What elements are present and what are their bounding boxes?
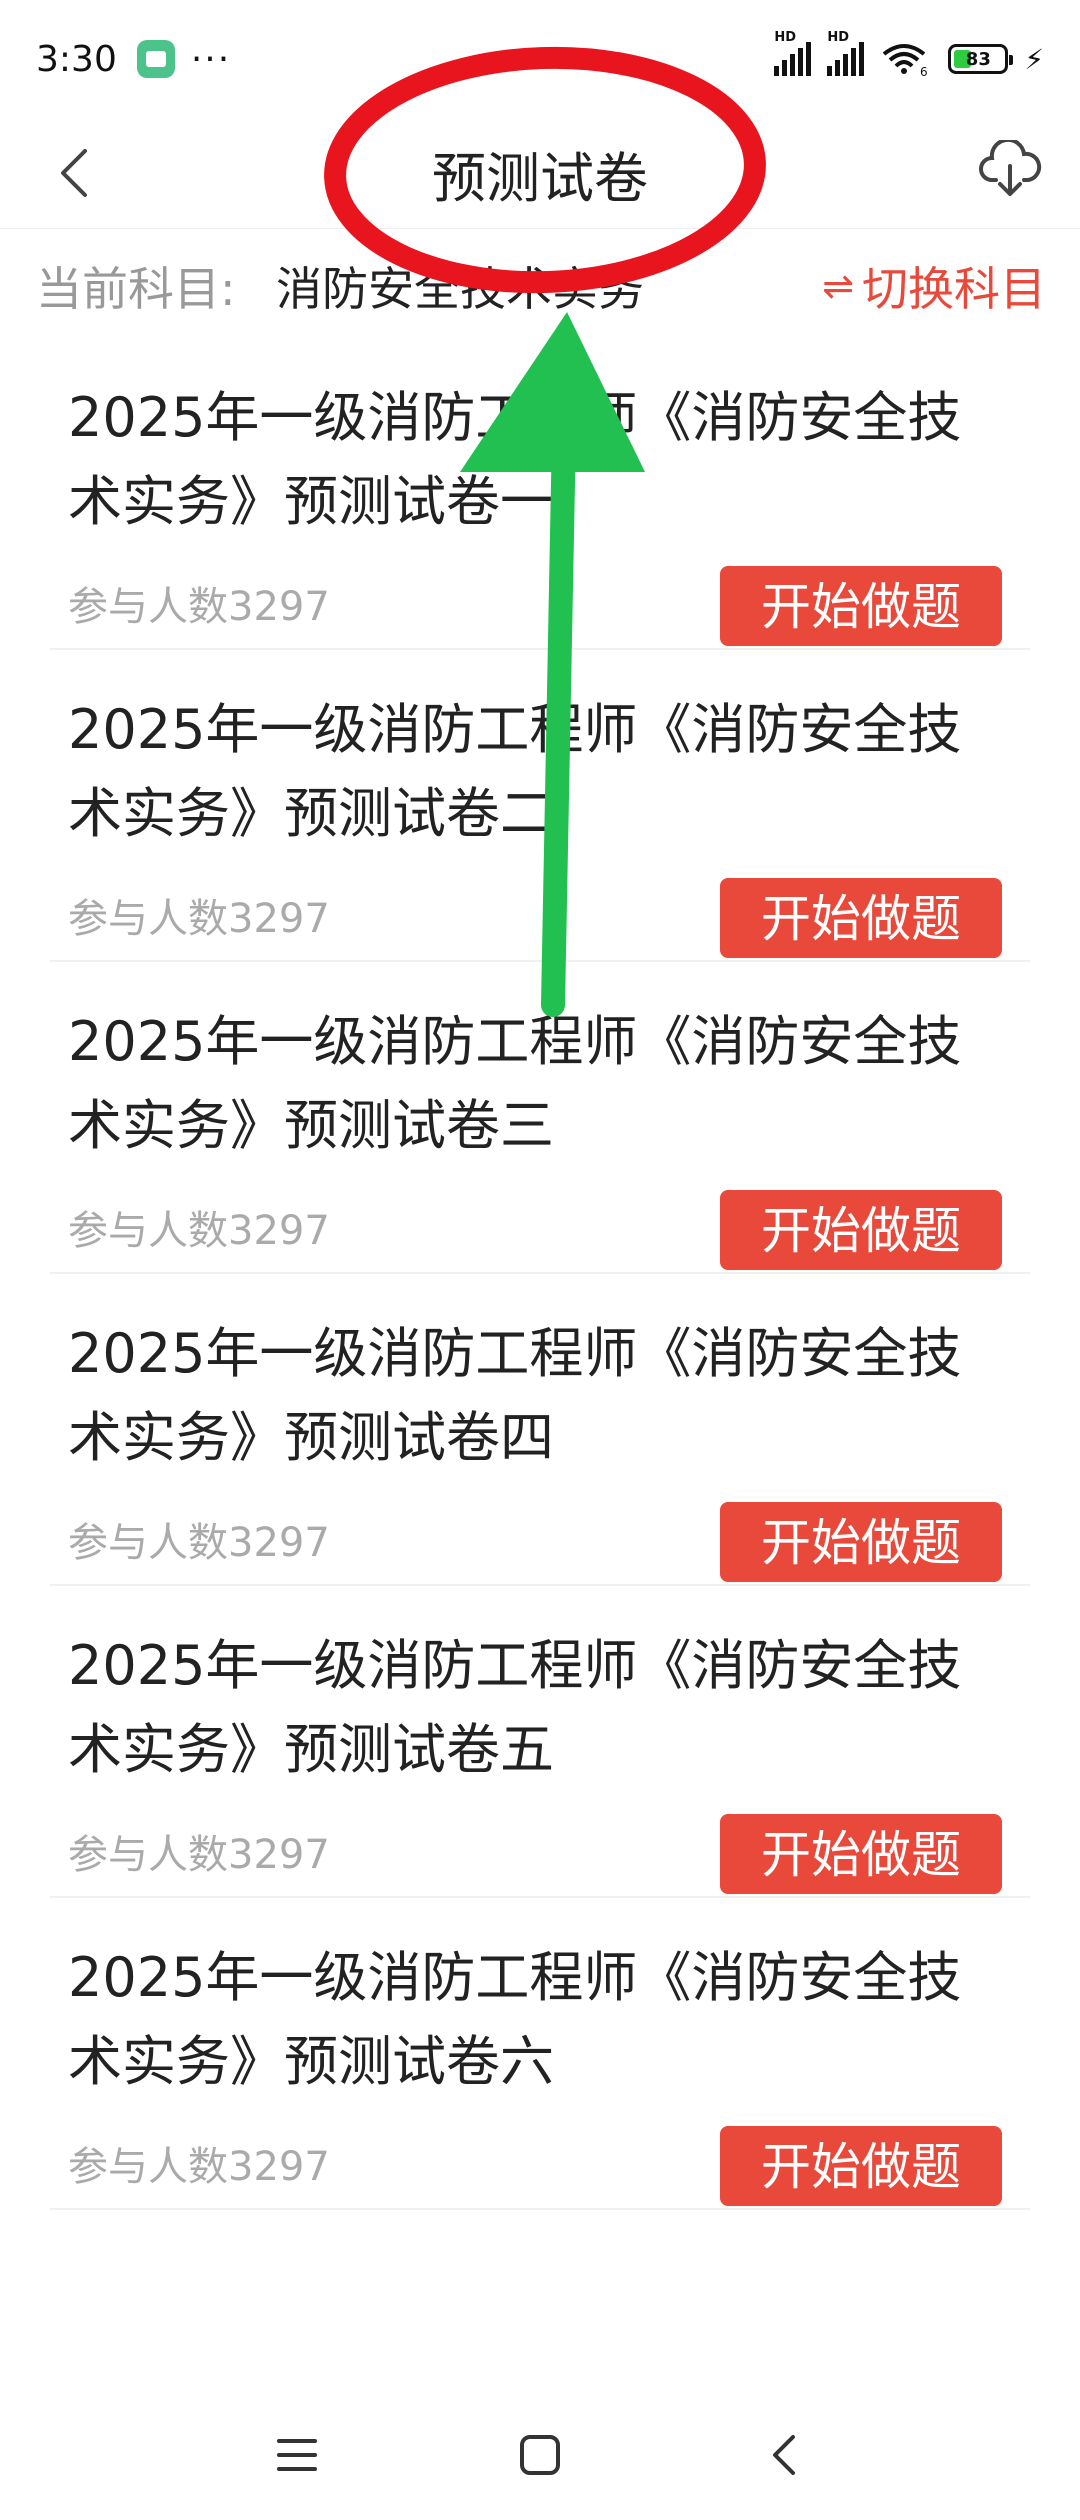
start-button[interactable]: 开始做题 xyxy=(720,1190,1002,1270)
list-item[interactable]: 2025年一级消防工程师《消防安全技术实务》预测试卷五 参与人数3297 开始做… xyxy=(50,1586,1030,1898)
swap-icon: ⇌ xyxy=(822,264,854,308)
paper-title: 2025年一级消防工程师《消防安全技术实务》预测试卷六 xyxy=(68,1946,962,2093)
page-title: 预测试卷 xyxy=(432,147,648,210)
start-button[interactable]: 开始做题 xyxy=(720,1814,1002,1894)
status-bar: 3:30 ··· HD HD 6 83 ⚡ xyxy=(0,0,1080,118)
home-square-icon xyxy=(520,2435,560,2475)
paper-title: 2025年一级消防工程师《消防安全技术实务》预测试卷四 xyxy=(68,1322,962,1469)
paper-list: 2025年一级消防工程师《消防安全技术实务》预测试卷一 参与人数3297 开始做… xyxy=(0,338,1080,2210)
subject-label: 当前科目: xyxy=(36,262,236,316)
start-button[interactable]: 开始做题 xyxy=(720,2126,1002,2206)
charging-icon: ⚡ xyxy=(1024,42,1044,76)
paper-title: 2025年一级消防工程师《消防安全技术实务》预测试卷一 xyxy=(68,386,962,533)
start-button[interactable]: 开始做题 xyxy=(720,566,1002,646)
wifi-icon: 6 xyxy=(883,44,928,78)
signal-2-icon: HD xyxy=(827,30,865,76)
list-item[interactable]: 2025年一级消防工程师《消防安全技术实务》预测试卷一 参与人数3297 开始做… xyxy=(50,338,1030,650)
subject-bar: 当前科目: 消防安全技术实务 ⇌ 切换科目 xyxy=(0,228,1080,338)
status-indicators: HD HD 6 83 ⚡ xyxy=(774,30,1044,78)
paper-title: 2025年一级消防工程师《消防安全技术实务》预测试卷三 xyxy=(68,1010,962,1157)
start-button[interactable]: 开始做题 xyxy=(720,1502,1002,1582)
signal-2-label: HD xyxy=(827,30,849,45)
list-item[interactable]: 2025年一级消防工程师《消防安全技术实务》预测试卷二 参与人数3297 开始做… xyxy=(50,650,1030,962)
menu-button[interactable] xyxy=(262,2420,332,2490)
signal-1-icon: HD xyxy=(774,30,812,76)
nav-back-icon xyxy=(773,2435,795,2475)
signal-1-label: HD xyxy=(774,30,796,45)
system-nav-bar xyxy=(0,2390,1080,2520)
start-button[interactable]: 开始做题 xyxy=(720,878,1002,958)
participant-count: 参与人数3297 xyxy=(68,1208,330,1254)
subject-value: 消防安全技术实务 xyxy=(276,262,644,316)
switch-subject-button[interactable]: ⇌ 切换科目 xyxy=(822,253,1046,319)
list-item[interactable]: 2025年一级消防工程师《消防安全技术实务》预测试卷三 参与人数3297 开始做… xyxy=(50,962,1030,1274)
cloud-download-icon xyxy=(979,140,1042,196)
paper-title: 2025年一级消防工程师《消防安全技术实务》预测试卷五 xyxy=(68,1634,962,1781)
list-item[interactable]: 2025年一级消防工程师《消防安全技术实务》预测试卷四 参与人数3297 开始做… xyxy=(50,1274,1030,1586)
participant-count: 参与人数3297 xyxy=(68,2144,330,2190)
more-notifications-icon: ··· xyxy=(190,38,232,80)
download-button[interactable] xyxy=(970,130,1050,210)
nav-back-button[interactable] xyxy=(750,2420,820,2490)
participant-count: 参与人数3297 xyxy=(68,896,330,942)
switch-subject-label: 切换科目 xyxy=(862,262,1046,316)
battery-level: 83 xyxy=(965,48,991,70)
nav-bar: 预测试卷 xyxy=(0,118,1080,228)
participant-count: 参与人数3297 xyxy=(68,1832,330,1878)
app-notification-icon xyxy=(136,40,175,78)
menu-icon xyxy=(277,2439,317,2471)
wifi-label: 6 xyxy=(920,65,928,78)
home-button[interactable] xyxy=(505,2420,575,2490)
paper-title: 2025年一级消防工程师《消防安全技术实务》预测试卷二 xyxy=(68,698,962,845)
list-item[interactable]: 2025年一级消防工程师《消防安全技术实务》预测试卷六 参与人数3297 开始做… xyxy=(50,1898,1030,2210)
participant-count: 参与人数3297 xyxy=(68,584,330,630)
participant-count: 参与人数3297 xyxy=(68,1520,330,1566)
battery-icon: 83 xyxy=(948,44,1014,74)
status-time: 3:30 xyxy=(36,38,117,80)
